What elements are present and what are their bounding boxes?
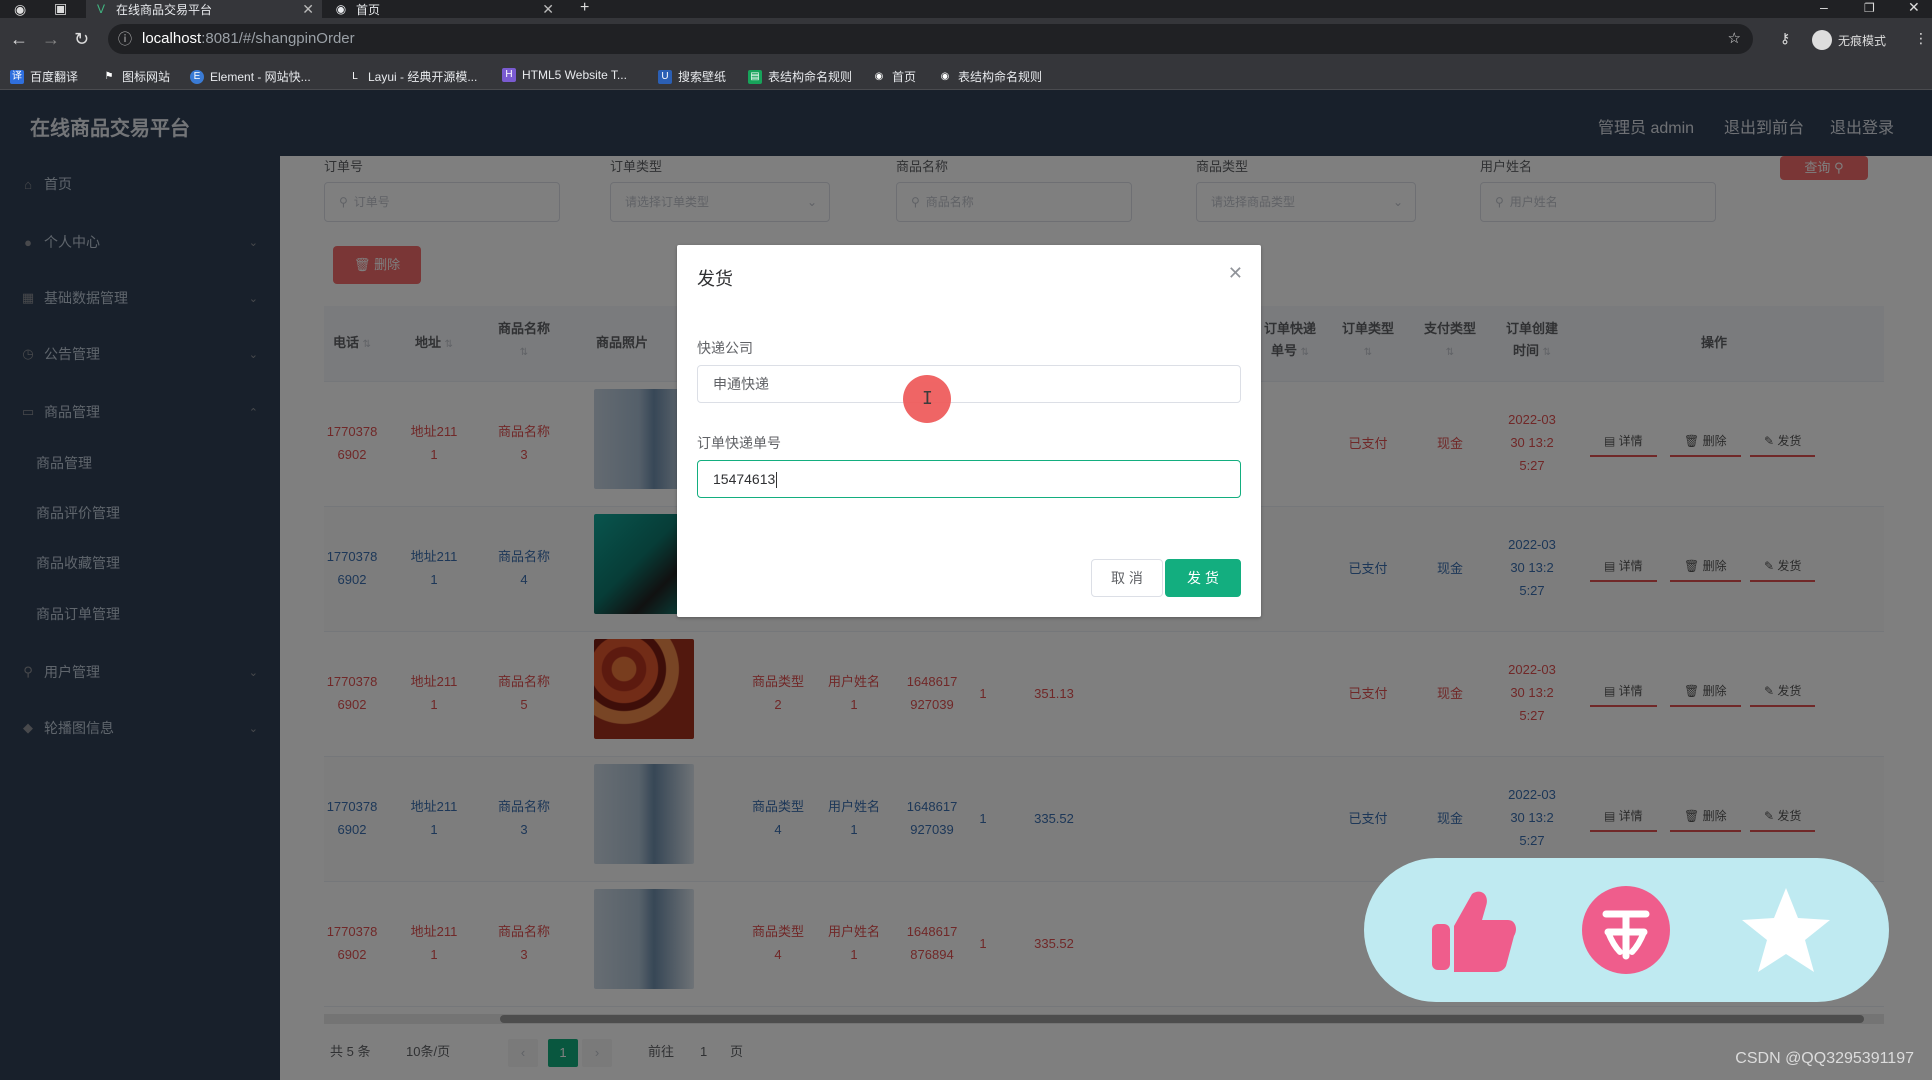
window-close-icon[interactable]: ✕ (1908, 0, 1920, 14)
globe-icon: ◉ (335, 2, 347, 16)
bookmark-item[interactable]: ⚑ 图标网站 (102, 68, 171, 85)
bookmark-label: 首页 (892, 70, 917, 84)
browser-tab-bar: ◉ ▣ V 在线商品交易平台 ✕ ◉ 首页 ✕ + – ❐ ✕ (0, 0, 1932, 18)
mouse-cursor-highlight: I (903, 375, 951, 423)
bookmark-item[interactable]: ▤ 表结构命名规则 (748, 68, 852, 85)
bookmark-item[interactable]: H HTML5 Website T... (502, 68, 627, 82)
dialog-title: 发货 (697, 269, 733, 289)
tab-label: 在线商品交易平台 (116, 2, 213, 17)
input-value: 15474613 (713, 471, 776, 487)
bookmark-item[interactable]: 译百度翻译 (10, 68, 78, 85)
url-host: localhost (142, 30, 202, 47)
bookmarks-bar: 译百度翻译 ⚑ 图标网站 E Element - 网站快... L Layui - 经… (0, 62, 1932, 90)
bookmark-label: Layui - 经典开源模... (368, 70, 478, 84)
bookmark-item[interactable]: L Layui - 经典开源模... (348, 68, 477, 85)
flag-icon: ⚑ (104, 70, 114, 82)
text-caret (776, 472, 778, 489)
element-icon: E (190, 69, 204, 84)
bookmark-item[interactable]: U 搜索壁纸 (658, 68, 726, 85)
coin-icon[interactable] (1578, 882, 1674, 978)
bookmark-label: 图标网站 (122, 70, 171, 84)
input-value: 申通快递 (713, 376, 769, 392)
more-menu-icon[interactable]: ⋮ (1914, 30, 1928, 47)
close-icon[interactable]: ✕ (542, 1, 554, 18)
url-path: :8081/#/shangpinOrder (201, 30, 355, 47)
reload-icon[interactable]: ↻ (74, 30, 89, 48)
express-no-label: 订单快递单号 (697, 435, 781, 451)
star-icon[interactable] (1738, 882, 1834, 978)
layui-icon: L (352, 70, 358, 82)
address-bar-row: ← → ↻ ⓘ localhost:8081/#/shangpinOrder ☆… (0, 18, 1932, 62)
text-cursor-icon: I (922, 388, 933, 409)
tab-label: 首页 (356, 2, 381, 17)
tab-shop-platform[interactable]: V 在线商品交易平台 ✕ (86, 0, 322, 18)
wallpaper-icon: U (658, 69, 672, 84)
incognito-icon (1812, 30, 1832, 50)
close-icon[interactable]: ✕ (302, 1, 314, 18)
globe-icon: ◉ (874, 70, 884, 82)
sheet-icon: ▤ (748, 69, 762, 84)
info-icon: ⓘ (118, 31, 132, 47)
restore-icon[interactable]: ❐ (1864, 1, 1875, 15)
cancel-button[interactable]: 取 消 (1091, 559, 1163, 597)
bookmark-item[interactable]: ◉ 表结构命名规则 (938, 68, 1042, 85)
profile-label: 无痕模式 (1838, 33, 1887, 48)
forward-icon[interactable]: → (42, 30, 60, 48)
bookmark-label: 表结构命名规则 (768, 70, 853, 84)
close-icon[interactable]: ✕ (1228, 263, 1243, 284)
back-icon[interactable]: ← (10, 30, 28, 48)
key-icon[interactable]: ⚷ (1780, 30, 1790, 47)
bookmark-label: 搜索壁纸 (678, 70, 727, 84)
thumbs-up-icon[interactable] (1424, 882, 1520, 978)
ship-confirm-button[interactable]: 发 货 (1165, 559, 1241, 597)
ship-dialog: 发货 ✕ 快递公司 申通快递 订单快递单号 15474613 取 消 发 货 I (677, 245, 1261, 617)
globe-icon: ◉ (940, 70, 950, 82)
express-no-input[interactable]: 15474613 (697, 460, 1241, 498)
tab-home[interactable]: ◉ 首页 ✕ (326, 0, 562, 18)
star-icon[interactable]: ☆ (1728, 24, 1741, 54)
new-tab-icon[interactable]: + (580, 0, 589, 16)
triple-action-panel (1364, 858, 1889, 1002)
bookmark-item[interactable]: ◉ 首页 (872, 68, 916, 85)
bookmark-item[interactable]: E Element - 网站快... (190, 68, 311, 85)
html5-icon: H (502, 68, 516, 82)
incognito-profile[interactable]: 无痕模式 (1812, 30, 1886, 50)
bookmark-label: HTML5 Website T... (522, 68, 627, 82)
url-input[interactable]: ⓘ localhost:8081/#/shangpinOrder ☆ (108, 24, 1753, 54)
tab-search-icon[interactable]: ▣ (54, 1, 67, 15)
bookmark-label: Element - 网站快... (210, 70, 311, 84)
bookmark-label: 表结构命名规则 (958, 70, 1043, 84)
minimize-icon[interactable]: – (1820, 0, 1828, 14)
express-company-label: 快递公司 (697, 340, 753, 356)
vue-icon: V (96, 2, 105, 16)
browser-menu-icon[interactable]: ◉ (14, 2, 26, 16)
express-company-input[interactable]: 申通快递 (697, 365, 1241, 403)
bookmark-label: 百度翻译 (30, 70, 79, 84)
watermark-text: CSDN @QQ3295391197 (1735, 1050, 1914, 1067)
translate-icon: 译 (10, 69, 24, 84)
